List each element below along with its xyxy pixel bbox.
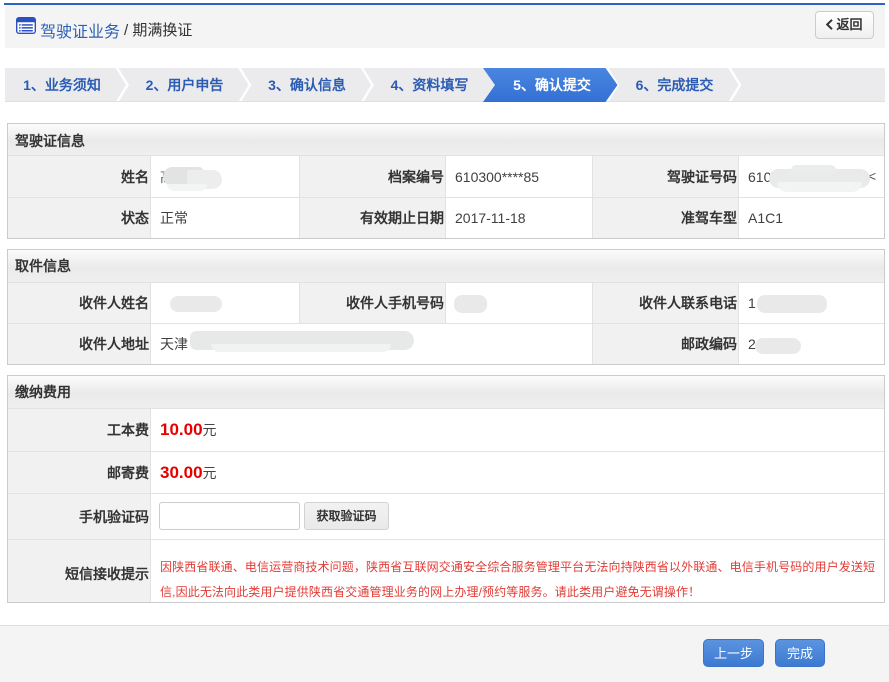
svg-text:3、确认信息: 3、确认信息 xyxy=(268,77,346,93)
svg-text:4、资料填写: 4、资料填写 xyxy=(391,77,469,93)
svg-text:1、业务须知: 1、业务须知 xyxy=(23,77,101,93)
svg-text:5、确认提交: 5、确认提交 xyxy=(513,77,591,93)
svg-text:2、用户申告: 2、用户申告 xyxy=(146,77,224,93)
svg-text:6、完成提交: 6、完成提交 xyxy=(636,77,714,93)
